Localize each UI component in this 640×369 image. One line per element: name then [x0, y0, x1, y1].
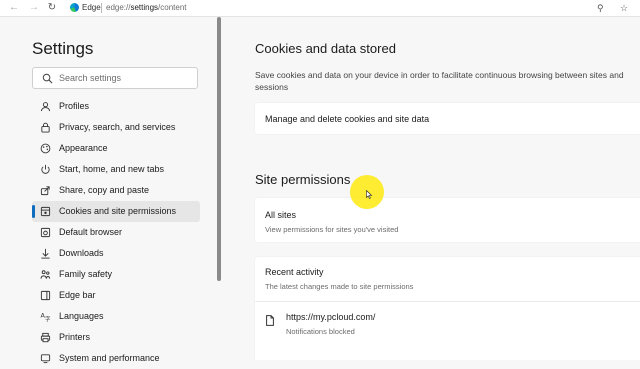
page-icon	[266, 315, 274, 326]
sidebar-item-label: Printers	[59, 332, 91, 342]
family-icon	[40, 270, 51, 279]
settings-sidebar: Settings Profiles Privacy, search, and s…	[0, 17, 219, 364]
search-input[interactable]	[59, 71, 193, 85]
printer-icon	[40, 332, 51, 343]
recent-site-url: https://my.pcloud.com/	[286, 312, 376, 322]
sidebar-item-languages[interactable]: A字 Languages	[32, 306, 200, 327]
mouse-cursor-icon	[366, 190, 373, 199]
all-sites-description: View permissions for sites you've visite…	[265, 225, 399, 234]
sidebar-item-label: System and performance	[59, 353, 160, 363]
all-sites-row[interactable]: All sites View permissions for sites you…	[255, 198, 640, 242]
tracking-icon[interactable]: ⚲	[597, 2, 604, 14]
sidebar-item-label: Cookies and site permissions	[59, 206, 177, 216]
download-icon	[41, 248, 50, 259]
system-icon	[40, 354, 51, 364]
cookies-section-title: Cookies and data stored	[255, 41, 396, 56]
lock-icon	[41, 122, 50, 133]
edge-logo-icon	[70, 3, 79, 12]
sidebar-item-label: Family safety	[59, 269, 113, 279]
reload-icon[interactable]: ↻	[46, 2, 58, 14]
power-icon	[41, 164, 50, 174]
browser-brand: Edge	[82, 3, 101, 12]
share-icon	[40, 186, 50, 196]
cookies-icon	[40, 206, 51, 217]
address-bar: ← → ↻ Edge edge://settings/content ⚲ ☆	[0, 0, 640, 17]
profile-icon	[40, 102, 51, 112]
sidebar-item-label: Appearance	[59, 143, 108, 153]
sidebar-item-label: Languages	[59, 311, 104, 321]
sidebar-item-appearance[interactable]: Appearance	[32, 138, 200, 159]
recent-activity-card: Recent activity The latest changes made …	[255, 257, 640, 360]
all-sites-label: All sites	[265, 210, 297, 220]
sidebar-item-privacy[interactable]: Privacy, search, and services	[32, 117, 200, 138]
sidebar-item-cookies[interactable]: Cookies and site permissions	[32, 201, 200, 222]
manage-cookies-row[interactable]: Manage and delete cookies and site data	[255, 103, 640, 134]
cookies-section-description: Save cookies and data on your device in …	[255, 70, 624, 92]
recent-activity-description: The latest changes made to site permissi…	[265, 282, 414, 291]
sidebar-item-label: Edge bar	[59, 290, 96, 300]
sidebar-item-default-browser[interactable]: Default browser	[32, 222, 200, 243]
favorite-icon[interactable]: ☆	[620, 2, 628, 14]
page-title: Settings	[32, 39, 94, 58]
sidebar-item-start-home[interactable]: Start, home, and new tabs	[32, 159, 200, 180]
url-field[interactable]: edge://settings/content	[106, 2, 187, 14]
recent-site-detail: Notifications blocked	[286, 327, 355, 336]
sidebar-item-printers[interactable]: Printers	[32, 327, 200, 348]
recent-activity-item[interactable]: https://my.pcloud.com/ Notifications blo…	[255, 302, 640, 340]
sidebar-item-profiles[interactable]: Profiles	[32, 96, 200, 117]
svg-text:字: 字	[45, 315, 51, 322]
sidebar-item-share[interactable]: Share, copy and paste	[32, 180, 200, 201]
sidebar-item-label: Downloads	[59, 248, 104, 258]
search-icon	[42, 73, 53, 84]
sidebar-item-downloads[interactable]: Downloads	[32, 243, 200, 264]
manage-cookies-label: Manage and delete cookies and site data	[265, 114, 430, 124]
sidebar-item-label: Start, home, and new tabs	[59, 164, 165, 174]
sidebar-item-system[interactable]: System and performance	[32, 348, 200, 369]
languages-icon: A字	[40, 311, 51, 322]
forward-icon[interactable]: →	[28, 2, 40, 14]
sidebar-item-label: Profiles	[59, 101, 90, 111]
settings-nav: Profiles Privacy, search, and services A…	[32, 96, 200, 369]
url-separator	[101, 3, 102, 13]
site-permissions-title: Site permissions	[255, 172, 351, 187]
sidebar-item-label: Privacy, search, and services	[59, 122, 176, 132]
sidebar-item-label: Default browser	[59, 227, 123, 237]
search-box[interactable]	[32, 67, 198, 89]
browser-icon	[40, 227, 51, 238]
recent-activity-title: Recent activity	[265, 267, 324, 277]
edge-bar-icon	[40, 290, 51, 301]
sidebar-item-label: Share, copy and paste	[59, 185, 150, 195]
settings-content: Cookies and data stored Save cookies and…	[222, 17, 640, 360]
sidebar-scrollbar[interactable]	[217, 17, 221, 281]
appearance-icon	[40, 143, 51, 154]
back-icon[interactable]: ←	[8, 2, 20, 14]
sidebar-item-edge-bar[interactable]: Edge bar	[32, 285, 200, 306]
sidebar-item-family-safety[interactable]: Family safety	[32, 264, 200, 285]
